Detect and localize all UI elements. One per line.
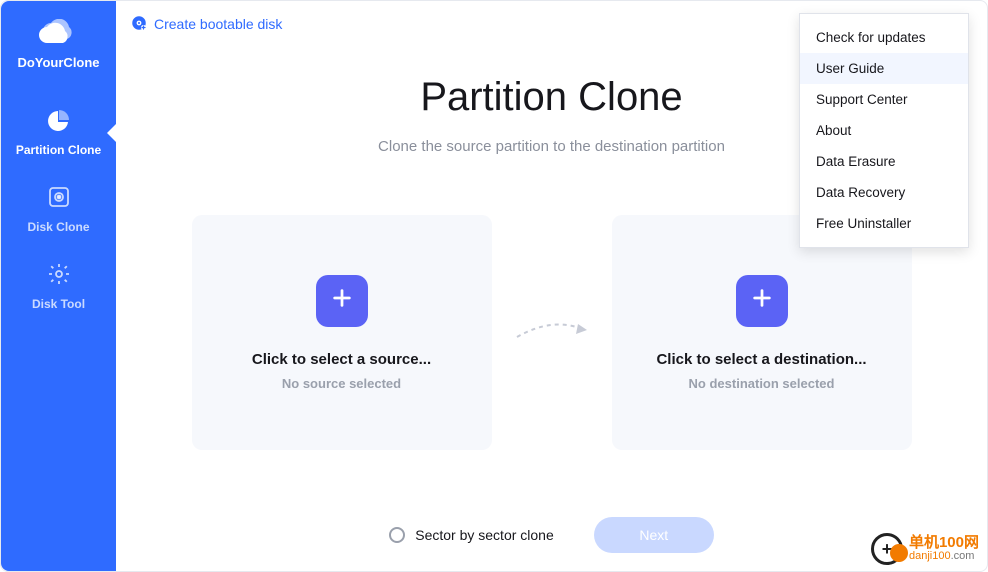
create-bootable-disk-link[interactable]: Create bootable disk [130, 14, 282, 35]
next-label: Next [639, 527, 668, 543]
watermark-text: 单机100网 danji100.com [909, 535, 979, 562]
disc-icon [130, 14, 148, 35]
watermark-badge-icon: + [871, 533, 903, 565]
logo-icon [39, 19, 79, 47]
sidebar-item-label: Disk Tool [32, 297, 85, 311]
next-button[interactable]: Next [594, 517, 714, 553]
destination-card[interactable]: Click to select a destination... No dest… [612, 215, 912, 450]
disk-search-icon [47, 185, 71, 214]
menu-item-data-erasure[interactable]: Data Erasure [800, 146, 968, 177]
radio-unchecked-icon [389, 527, 405, 543]
destination-sub: No destination selected [689, 376, 835, 391]
plus-icon [331, 287, 353, 314]
destination-title: Click to select a destination... [656, 351, 866, 368]
page-title: Partition Clone [420, 75, 682, 120]
source-title: Click to select a source... [252, 351, 431, 368]
sidebar-item-label: Partition Clone [16, 143, 101, 157]
top-link-label: Create bootable disk [154, 16, 282, 32]
page-subtitle: Clone the source partition to the destin… [378, 138, 725, 155]
sidebar-item-disk-clone[interactable]: Disk Clone [1, 171, 116, 248]
sidebar-item-label: Disk Clone [27, 220, 89, 234]
watermark-cn: 单机100网 [909, 535, 979, 551]
menu-item-data-recovery[interactable]: Data Recovery [800, 177, 968, 208]
add-destination-button[interactable] [736, 275, 788, 327]
watermark-url: danji100.com [909, 551, 979, 563]
sector-by-sector-option[interactable]: Sector by sector clone [389, 527, 554, 543]
app-window: DoYourClone Partition Clone Disk Clone D… [0, 0, 988, 572]
menu-item-about[interactable]: About [800, 115, 968, 146]
bottom-row: Sector by sector clone Next [116, 517, 987, 553]
cards-row: Click to select a source... No source se… [142, 215, 961, 450]
main-menu-dropdown: Check for updates User Guide Support Cen… [799, 13, 969, 248]
menu-item-user-guide[interactable]: User Guide [800, 53, 968, 84]
sector-label: Sector by sector clone [415, 527, 554, 543]
menu-item-support-center[interactable]: Support Center [800, 84, 968, 115]
pie-icon [47, 108, 71, 137]
sidebar: DoYourClone Partition Clone Disk Clone D… [1, 1, 116, 571]
sidebar-item-disk-tool[interactable]: Disk Tool [1, 248, 116, 325]
arrow-divider [512, 315, 592, 350]
sidebar-item-partition-clone[interactable]: Partition Clone [1, 94, 116, 171]
source-sub: No source selected [282, 376, 401, 391]
menu-item-check-updates[interactable]: Check for updates [800, 22, 968, 53]
add-source-button[interactable] [316, 275, 368, 327]
menu-item-free-uninstaller[interactable]: Free Uninstaller [800, 208, 968, 239]
plus-icon [751, 287, 773, 314]
main-area: Create bootable disk Partition Clone Clo… [116, 1, 987, 571]
source-card[interactable]: Click to select a source... No source se… [192, 215, 492, 450]
watermark: + 单机100网 danji100.com [871, 533, 979, 565]
brand-label: DoYourClone [17, 55, 99, 70]
gear-icon [47, 262, 71, 291]
